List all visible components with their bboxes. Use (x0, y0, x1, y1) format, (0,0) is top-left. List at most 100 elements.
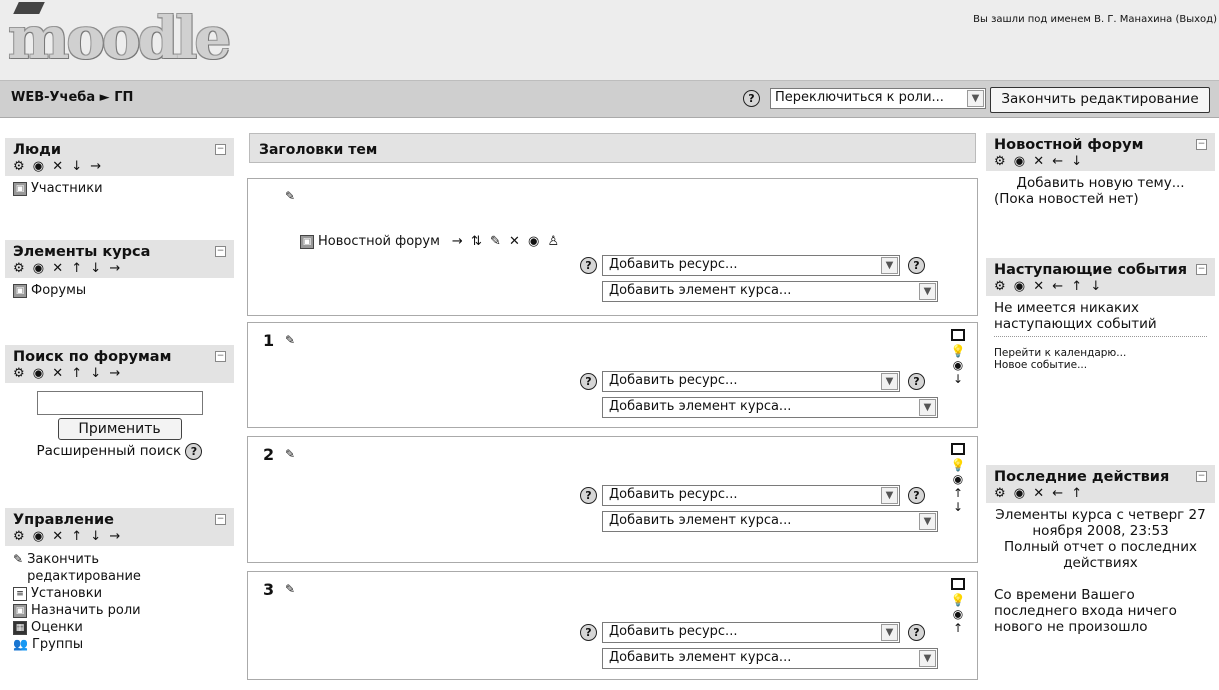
block-edit-icons[interactable]: ⚙ ◉ ✕ ← ↑ ↓ (994, 279, 1207, 294)
add-activity-select[interactable]: Добавить элемент курса... ▼ (602, 511, 938, 532)
block-edit-icons[interactable]: ⚙ ◉ ✕ ↓ → (13, 159, 226, 174)
list-item[interactable]: ≡ Установки (13, 585, 226, 602)
advanced-search-link[interactable]: Расширенный поиск (37, 443, 182, 459)
help-icon[interactable]: ? (185, 443, 203, 460)
move-down-icon[interactable]: ↓ (948, 372, 968, 386)
participants-link[interactable]: Участники (31, 180, 103, 197)
collapse-icon[interactable]: − (215, 351, 226, 362)
section-controls: 💡 ◉ ↓ (948, 329, 968, 386)
news-forum-block: Новостной форум ⚙ ◉ ✕ ← ↓ − Добавить новую… (986, 133, 1215, 211)
block-edit-icons[interactable]: ⚙ ◉ ✕ ↑ ↓ → (13, 366, 226, 381)
collapse-icon[interactable]: − (215, 514, 226, 525)
edit-summary-icon[interactable]: ✎ (285, 447, 295, 461)
collapse-icon[interactable]: − (215, 144, 226, 155)
add-resource-value: Добавить ресурс... (609, 257, 738, 272)
apply-button[interactable]: Применить (57, 418, 182, 440)
add-resource-select[interactable]: Добавить ресурс... ▼ (602, 622, 900, 643)
end-editing-link[interactable]: Закончить редактирование (27, 551, 177, 585)
forum-icon: ▣ (300, 234, 314, 249)
end-editing-button[interactable]: Закончить редактирование (990, 87, 1210, 113)
show-only-icon[interactable] (948, 329, 968, 344)
show-only-icon[interactable] (948, 443, 968, 458)
full-report-link[interactable]: Полный отчет о последних действиях (994, 539, 1207, 571)
chevron-down-icon: ▼ (919, 283, 936, 300)
list-item[interactable]: 👥 Группы (13, 636, 226, 653)
add-activity-select[interactable]: Добавить элемент курса... ▼ (602, 648, 938, 669)
breadcrumb[interactable]: WEB-Учеба ► ГП (11, 90, 133, 105)
collapse-icon[interactable]: − (1196, 139, 1207, 150)
activity-edit-icons[interactable]: → ⇅ ✎ ✕ ◉ ♙ (452, 233, 561, 250)
collapse-icon[interactable]: − (215, 246, 226, 257)
block-edit-icons[interactable]: ⚙ ◉ ✕ ↑ ↓ → (13, 261, 226, 276)
add-resource-select[interactable]: Добавить ресурс... ▼ (602, 371, 900, 392)
activities-block: Элементы курса ⚙ ◉ ✕ ↑ ↓ → − ▣ Форумы (5, 240, 234, 303)
help-icon[interactable]: ? (908, 624, 925, 641)
block-title: Поиск по форумам (13, 349, 172, 365)
block-edit-icons[interactable]: ⚙ ◉ ✕ ← ↓ (994, 154, 1207, 169)
help-icon[interactable]: ? (908, 373, 925, 390)
add-activity-select[interactable]: Добавить элемент курса... ▼ (602, 397, 938, 418)
block-edit-icons[interactable]: ⚙ ◉ ✕ ← ↑ (994, 486, 1207, 501)
add-activity-value: Добавить элемент курса... (609, 283, 792, 298)
search-input[interactable] (36, 391, 203, 415)
switch-role-select[interactable]: Переключиться к роли... ▼ (770, 88, 986, 109)
help-icon[interactable]: ? (580, 624, 597, 641)
eye-icon[interactable]: ◉ (948, 358, 968, 372)
list-item[interactable]: ▣ Назначить роли (13, 602, 226, 619)
eye-icon[interactable]: ◉ (948, 607, 968, 621)
settings-link[interactable]: Установки (31, 585, 102, 602)
list-item[interactable]: ▣ Участники (13, 180, 226, 197)
login-prefix: Вы зашли под именем (973, 14, 1091, 25)
collapse-icon[interactable]: − (1196, 264, 1207, 275)
no-events-text: Не имеется никаких наступающих событий (994, 300, 1207, 337)
groups-link[interactable]: Группы (32, 636, 83, 653)
logout-link[interactable]: (Выход) (1175, 14, 1217, 25)
block-edit-icons[interactable]: ⚙ ◉ ✕ ↑ ↓ → (13, 529, 226, 544)
grades-icon: ▦ (13, 620, 27, 635)
add-resource-value: Добавить ресурс... (609, 624, 738, 639)
block-title: Наступающие события (994, 262, 1188, 278)
move-up-icon[interactable]: ↑ (948, 621, 968, 635)
nothing-new-text: Со времени Вашего последнего входа ничег… (994, 587, 1177, 635)
highlight-icon[interactable]: 💡 (948, 458, 968, 472)
collapse-icon[interactable]: − (1196, 471, 1207, 482)
add-activity-select[interactable]: Добавить элемент курса... ▼ (602, 281, 938, 302)
edit-summary-icon[interactable]: ✎ (285, 189, 295, 203)
news-forum-link[interactable]: Новостной форум (318, 233, 440, 250)
help-icon[interactable]: ? (908, 257, 925, 274)
add-activity-value: Добавить элемент курса... (609, 650, 792, 665)
help-icon[interactable]: ? (743, 90, 760, 107)
grades-link[interactable]: Оценки (31, 619, 83, 636)
help-icon[interactable]: ? (908, 487, 925, 504)
edit-summary-icon[interactable]: ✎ (285, 333, 295, 347)
add-activity-value: Добавить элемент курса... (609, 513, 792, 528)
add-topic-link[interactable]: Добавить новую тему... (994, 175, 1207, 191)
edit-summary-icon[interactable]: ✎ (285, 582, 295, 596)
add-resource-value: Добавить ресурс... (609, 487, 738, 502)
user-name-link[interactable]: В. Г. Манахина (1094, 14, 1172, 25)
help-icon[interactable]: ? (580, 487, 597, 504)
section-controls: 💡 ◉ ↑ ↓ (948, 443, 968, 514)
topics-header: Заголовки тем (249, 133, 976, 163)
help-icon[interactable]: ? (580, 373, 597, 390)
section-number: 1 (263, 331, 275, 350)
highlight-icon[interactable]: 💡 (948, 344, 968, 358)
move-down-icon[interactable]: ↓ (948, 500, 968, 514)
list-item[interactable]: ▦ Оценки (13, 619, 226, 636)
add-resource-select[interactable]: Добавить ресурс... ▼ (602, 255, 900, 276)
list-item[interactable]: ▣ Форумы (13, 282, 226, 299)
forums-link[interactable]: Форумы (31, 282, 86, 299)
chevron-down-icon: ▼ (919, 513, 936, 530)
chevron-down-icon: ▼ (919, 399, 936, 416)
list-item[interactable]: ✎ Закончить редактирование (13, 551, 226, 585)
eye-icon[interactable]: ◉ (948, 472, 968, 486)
assign-roles-link[interactable]: Назначить роли (31, 602, 141, 619)
new-event-link[interactable]: Новое событие... (994, 359, 1207, 371)
add-resource-select[interactable]: Добавить ресурс... ▼ (602, 485, 900, 506)
chevron-down-icon: ▼ (881, 624, 898, 641)
show-only-icon[interactable] (948, 578, 968, 593)
move-up-icon[interactable]: ↑ (948, 486, 968, 500)
go-to-calendar-link[interactable]: Перейти к календарю... (994, 347, 1207, 359)
highlight-icon[interactable]: 💡 (948, 593, 968, 607)
help-icon[interactable]: ? (580, 257, 597, 274)
